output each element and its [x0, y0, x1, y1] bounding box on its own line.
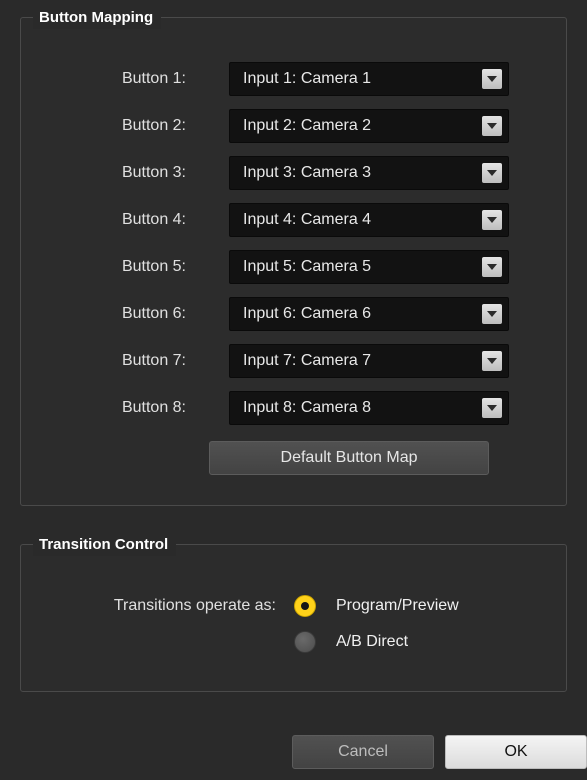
button-row-8: Button 8: Input 8: Camera 8: [21, 391, 566, 425]
button-row-3: Button 3: Input 3: Camera 3: [21, 156, 566, 190]
button-6-value: Input 6: Camera 6: [243, 305, 372, 322]
chevron-down-icon[interactable]: [482, 69, 502, 89]
radio-unselected-icon[interactable]: [294, 631, 316, 653]
button-row-6: Button 6: Input 6: Camera 6: [21, 297, 566, 331]
button-6-label: Button 6:: [121, 305, 186, 322]
chevron-down-icon[interactable]: [482, 116, 502, 136]
ok-button[interactable]: OK: [445, 735, 587, 769]
button-6-dropdown[interactable]: Input 6: Camera 6: [229, 297, 509, 331]
button-2-label: Button 2:: [121, 117, 186, 134]
button-5-label: Button 5:: [121, 258, 186, 275]
button-2-dropdown[interactable]: Input 2: Camera 2: [229, 109, 509, 143]
chevron-down-icon[interactable]: [482, 351, 502, 371]
button-7-dropdown[interactable]: Input 7: Camera 7: [229, 344, 509, 378]
default-button-map-button[interactable]: Default Button Map: [209, 441, 489, 475]
radio-selected-icon[interactable]: [294, 595, 316, 617]
chevron-down-icon[interactable]: [482, 257, 502, 277]
button-mapping-title: Button Mapping: [33, 7, 162, 29]
button-8-label: Button 8:: [121, 399, 186, 416]
button-row-4: Button 4: Input 4: Camera 4: [21, 203, 566, 237]
chevron-down-icon[interactable]: [482, 304, 502, 324]
button-8-value: Input 8: Camera 8: [243, 399, 372, 416]
transition-control-title: Transition Control: [33, 534, 177, 556]
cancel-button[interactable]: Cancel: [292, 735, 434, 769]
ab-direct-label[interactable]: A/B Direct: [336, 629, 408, 655]
chevron-down-icon[interactable]: [482, 163, 502, 183]
button-row-7: Button 7: Input 7: Camera 7: [21, 344, 566, 378]
button-3-label: Button 3:: [121, 164, 186, 181]
button-5-dropdown[interactable]: Input 5: Camera 5: [229, 250, 509, 284]
button-1-dropdown[interactable]: Input 1: Camera 1: [229, 62, 509, 96]
button-5-value: Input 5: Camera 5: [243, 258, 372, 275]
button-mapping-group: Button Mapping Button 1: Input 1: Camera…: [20, 7, 567, 506]
button-row-1: Button 1: Input 1: Camera 1: [21, 62, 566, 96]
button-4-value: Input 4: Camera 4: [243, 211, 372, 228]
chevron-down-icon[interactable]: [482, 398, 502, 418]
button-3-value: Input 3: Camera 3: [243, 164, 372, 181]
chevron-down-icon[interactable]: [482, 210, 502, 230]
button-8-dropdown[interactable]: Input 8: Camera 8: [229, 391, 509, 425]
program-preview-label[interactable]: Program/Preview: [336, 593, 459, 619]
button-7-value: Input 7: Camera 7: [243, 352, 372, 369]
button-1-value: Input 1: Camera 1: [243, 70, 372, 87]
button-row-5: Button 5: Input 5: Camera 5: [21, 250, 566, 284]
button-4-label: Button 4:: [121, 211, 186, 228]
transition-control-group: Transition Control Transitions operate a…: [20, 534, 567, 692]
button-1-label: Button 1:: [121, 70, 186, 87]
button-2-value: Input 2: Camera 2: [243, 117, 372, 134]
button-3-dropdown[interactable]: Input 3: Camera 3: [229, 156, 509, 190]
button-7-label: Button 7:: [121, 352, 186, 369]
button-row-2: Button 2: Input 2: Camera 2: [21, 109, 566, 143]
button-4-dropdown[interactable]: Input 4: Camera 4: [229, 203, 509, 237]
transitions-operate-label: Transitions operate as:: [113, 597, 276, 614]
